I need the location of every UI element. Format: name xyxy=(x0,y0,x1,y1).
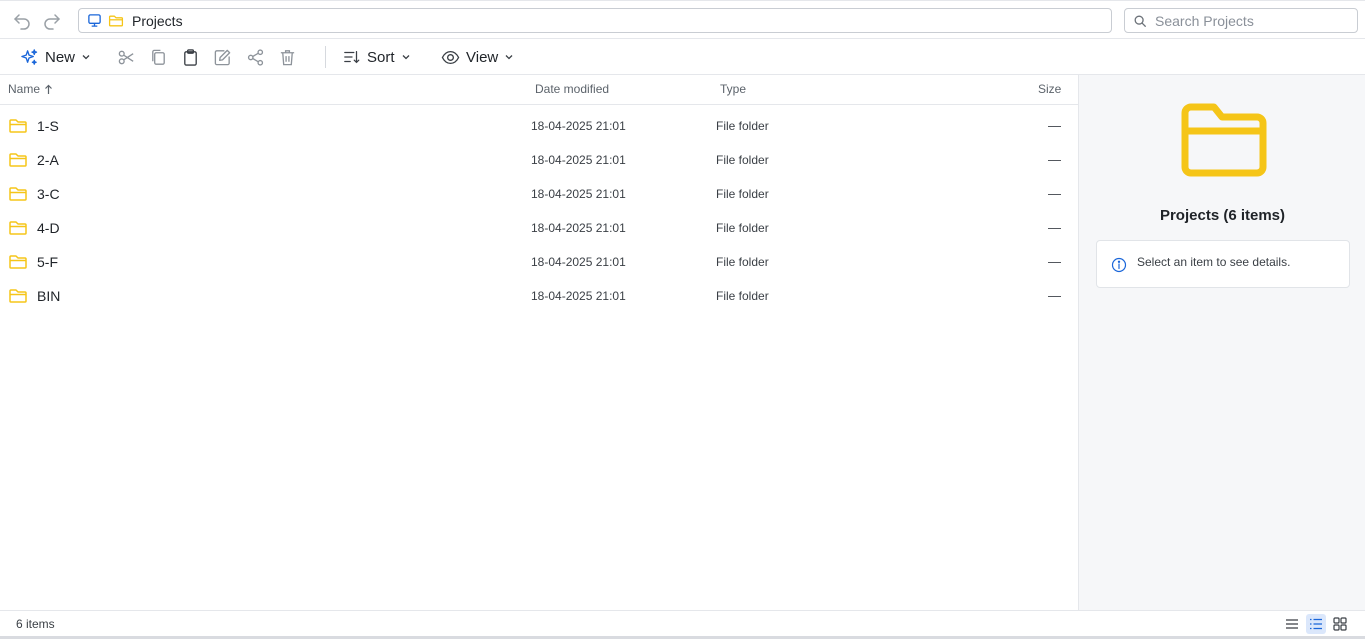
column-type-header[interactable]: Type xyxy=(720,82,746,96)
folder-icon xyxy=(9,187,27,201)
status-bar: 6 items xyxy=(0,610,1365,636)
rename-icon xyxy=(214,49,230,65)
file-date: 18-04-2025 21:01 xyxy=(531,289,626,303)
folder-icon xyxy=(9,255,27,269)
view-button[interactable]: View xyxy=(441,44,514,70)
file-size: — xyxy=(1048,118,1061,133)
file-name: 5-F xyxy=(37,254,58,270)
file-list: Name Date modified Type Size 1-S 18-04-2… xyxy=(0,75,1078,610)
file-size: — xyxy=(1048,186,1061,201)
back-button[interactable] xyxy=(11,10,33,32)
file-name: 3-C xyxy=(37,186,60,202)
file-date: 18-04-2025 21:01 xyxy=(531,221,626,235)
folder-icon xyxy=(108,15,124,26)
file-date: 18-04-2025 21:01 xyxy=(531,119,626,133)
table-row[interactable]: 2-A 18-04-2025 21:01 File folder — xyxy=(0,143,1078,177)
list-header: Name Date modified Type Size xyxy=(0,75,1078,105)
grid-icon xyxy=(1333,617,1347,631)
file-name: 2-A xyxy=(37,152,59,168)
paste-icon xyxy=(183,48,197,66)
file-date: 18-04-2025 21:01 xyxy=(531,255,626,269)
file-size: — xyxy=(1048,288,1061,303)
column-name-label: Name xyxy=(8,82,41,96)
share-icon xyxy=(247,48,263,66)
list-view-button[interactable] xyxy=(1282,614,1302,634)
search-box xyxy=(1124,8,1358,33)
list-icon xyxy=(1286,619,1298,629)
folder-icon xyxy=(1181,103,1267,177)
details-list-icon xyxy=(1310,618,1322,630)
folder-icon xyxy=(9,119,27,133)
file-name: 4-D xyxy=(37,220,60,236)
details-view-button[interactable] xyxy=(1306,614,1326,634)
folder-icon xyxy=(9,153,27,167)
delete-icon xyxy=(280,49,294,65)
file-name: 1-S xyxy=(37,118,59,134)
file-date: 18-04-2025 21:01 xyxy=(531,187,626,201)
details-hint-text: Select an item to see details. xyxy=(1137,255,1291,269)
toolbar-divider xyxy=(325,46,326,68)
file-size: — xyxy=(1048,152,1061,167)
address-bar-row: Projects xyxy=(0,0,1365,39)
file-type: File folder xyxy=(716,119,769,133)
file-type: File folder xyxy=(716,221,769,235)
sort-label: Sort xyxy=(367,48,395,66)
cut-icon xyxy=(118,50,134,64)
details-title: Projects (6 items) xyxy=(1159,207,1286,224)
file-type: File folder xyxy=(716,187,769,201)
new-button[interactable]: New xyxy=(20,44,91,70)
file-date: 18-04-2025 21:01 xyxy=(531,153,626,167)
share-button[interactable] xyxy=(245,47,265,67)
copy-button[interactable] xyxy=(148,47,168,67)
info-icon xyxy=(1111,257,1127,273)
table-row[interactable]: 1-S 18-04-2025 21:01 File folder — xyxy=(0,109,1078,143)
search-icon xyxy=(1134,15,1146,27)
file-size: — xyxy=(1048,254,1061,269)
folder-icon xyxy=(9,289,27,303)
sort-icon xyxy=(344,50,360,64)
chevron-down-icon xyxy=(505,55,513,60)
delete-button[interactable] xyxy=(277,47,297,67)
sparkle-icon xyxy=(21,48,38,65)
file-type: File folder xyxy=(716,153,769,167)
view-label: View xyxy=(466,48,499,66)
paste-button[interactable] xyxy=(180,47,200,67)
eye-icon xyxy=(441,50,460,64)
computer-icon xyxy=(88,14,101,27)
table-row[interactable]: 3-C 18-04-2025 21:01 File folder — xyxy=(0,177,1078,211)
arrow-up-icon xyxy=(45,84,52,94)
details-pane: Projects (6 items) Select an item to see… xyxy=(1078,75,1365,610)
grid-view-button[interactable] xyxy=(1330,614,1350,634)
details-hint-box: Select an item to see details. xyxy=(1096,240,1350,288)
chevron-down-icon xyxy=(402,55,409,60)
copy-icon xyxy=(151,49,165,65)
file-name: BIN xyxy=(37,288,61,304)
rename-button[interactable] xyxy=(212,47,232,67)
file-size: — xyxy=(1048,220,1061,235)
file-type: File folder xyxy=(716,289,769,303)
file-type: File folder xyxy=(716,255,769,269)
cut-button[interactable] xyxy=(116,47,136,67)
column-name-header[interactable]: Name xyxy=(8,82,53,96)
back-icon xyxy=(14,14,30,30)
folder-icon xyxy=(9,221,27,235)
search-input[interactable] xyxy=(1155,12,1345,29)
breadcrumb-projects[interactable]: Projects xyxy=(132,13,183,29)
table-row[interactable]: 5-F 18-04-2025 21:01 File folder — xyxy=(0,245,1078,279)
item-count: 6 items xyxy=(16,617,55,631)
forward-icon xyxy=(44,14,60,30)
chevron-down-icon xyxy=(82,55,90,60)
command-toolbar: New Sort View xyxy=(0,39,1365,75)
column-date-header[interactable]: Date modified xyxy=(535,82,609,96)
address-field[interactable]: Projects xyxy=(78,8,1112,33)
sort-button[interactable]: Sort xyxy=(343,44,411,70)
table-row[interactable]: BIN 18-04-2025 21:01 File folder — xyxy=(0,279,1078,313)
new-label: New xyxy=(45,48,76,66)
column-size-header[interactable]: Size xyxy=(1038,82,1061,96)
table-row[interactable]: 4-D 18-04-2025 21:01 File folder — xyxy=(0,211,1078,245)
forward-button[interactable] xyxy=(41,10,63,32)
